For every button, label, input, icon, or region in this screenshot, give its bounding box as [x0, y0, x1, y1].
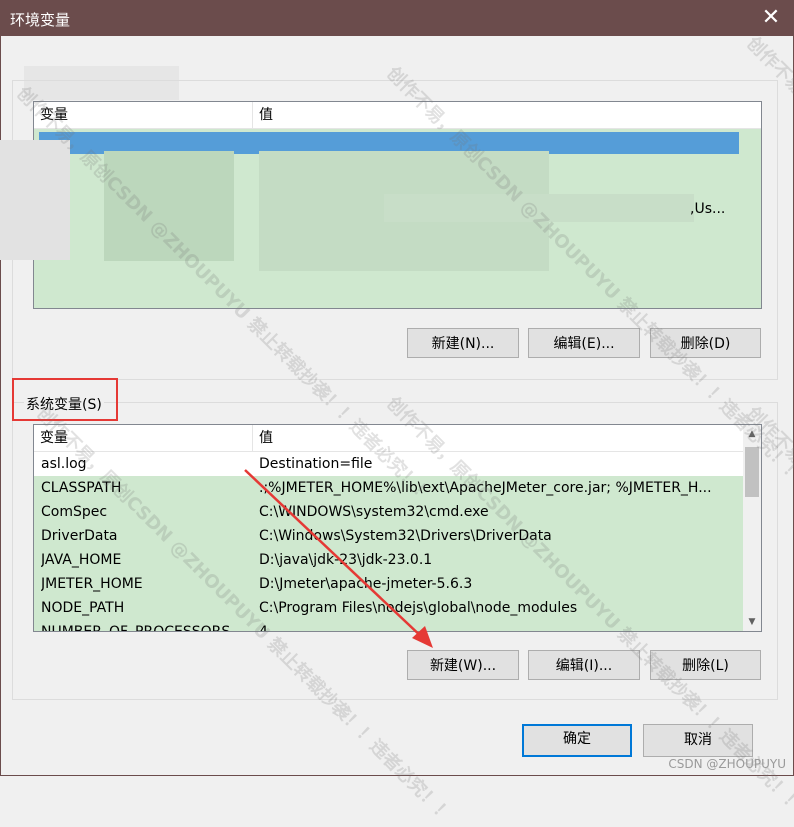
- system-edit-button[interactable]: 编辑(I)...: [528, 650, 640, 680]
- variable-name: NUMBER_OF_PROCESSORS: [41, 624, 231, 632]
- variable-value: D:\Jmeter\apache-jmeter-5.6.3: [259, 576, 473, 592]
- variable-value: D:\java\jdk-23\jdk-23.0.1: [259, 552, 433, 568]
- column-header-value[interactable]: 值: [253, 102, 273, 128]
- blurred-content: [0, 140, 70, 260]
- user-edit-button[interactable]: 编辑(E)...: [528, 328, 640, 358]
- system-new-button[interactable]: 新建(W)...: [407, 650, 519, 680]
- variable-value: Destination=file: [259, 456, 373, 472]
- column-header-value[interactable]: 值: [253, 425, 273, 451]
- variable-value: C:\Windows\System32\Drivers\DriverData: [259, 528, 552, 544]
- variable-value: 4: [259, 624, 268, 632]
- ok-button[interactable]: 确定: [522, 724, 632, 757]
- user-value-fragment: ,Us...: [690, 201, 726, 217]
- footer-watermark: CSDN @ZHOUPUYU: [668, 757, 786, 771]
- close-icon[interactable]: ✕: [748, 0, 794, 36]
- table-row[interactable]: NODE_PATH C:\Program Files\nodejs\global…: [34, 596, 743, 620]
- table-row[interactable]: JMETER_HOME D:\Jmeter\apache-jmeter-5.6.…: [34, 572, 743, 596]
- user-new-button[interactable]: 新建(N)...: [407, 328, 519, 358]
- scroll-down-arrow-icon[interactable]: ▼: [743, 613, 761, 631]
- variable-value: C:\Program Files\nodejs\global\node_modu…: [259, 600, 578, 616]
- title-bar: 环境变量 ✕: [0, 0, 794, 36]
- window-title: 环境变量: [10, 11, 71, 29]
- user-list-header: 变量 值: [34, 102, 761, 129]
- system-list-body: asl.log Destination=file CLASSPATH .;%JM…: [34, 452, 743, 631]
- table-row[interactable]: JAVA_HOME D:\java\jdk-23\jdk-23.0.1: [34, 548, 743, 572]
